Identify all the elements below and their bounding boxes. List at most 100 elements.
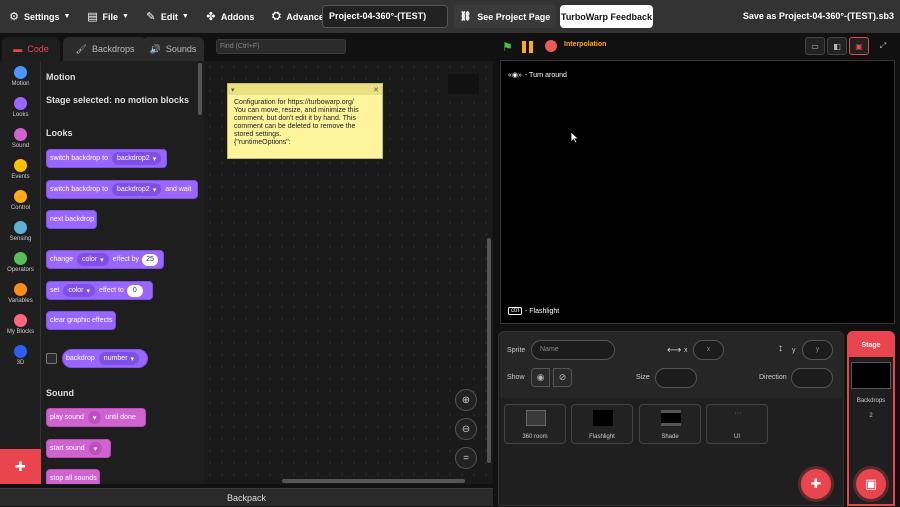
direction-field[interactable] <box>791 368 833 388</box>
clear-effects-block[interactable]: clear graphic effects <box>46 311 116 330</box>
category-label: Motion <box>11 81 30 87</box>
category-dot-icon <box>14 66 27 79</box>
config-comment[interactable]: ▾ ✕ Configuration for https://turbowarp.… <box>227 83 383 159</box>
size-field[interactable] <box>655 368 697 388</box>
backdrop-dropdown[interactable]: backdrop2 ▾ <box>111 152 162 165</box>
category-operators[interactable]: Operators <box>0 252 41 273</box>
file-menu[interactable]: ▤ File ▼ <box>78 0 136 33</box>
category-events[interactable]: Events <box>0 159 41 180</box>
show-hidden-button[interactable]: ⊘ <box>553 368 572 387</box>
backdrop-reporter[interactable]: backdrop number ▾ <box>62 349 148 368</box>
comment-bar[interactable]: ▾ ✕ <box>228 84 382 95</box>
stage-canvas[interactable] <box>500 60 895 324</box>
brush-icon: 🖌 <box>75 43 87 54</box>
project-title-input[interactable]: Project-04-360°-(TEST) <box>322 5 448 28</box>
category-my-blocks[interactable]: My Blocks <box>0 314 41 335</box>
category-looks[interactable]: Looks <box>0 97 41 118</box>
category-sensing[interactable]: Sensing <box>0 221 41 242</box>
workspace-horizontal-scrollbar[interactable] <box>282 479 465 483</box>
next-backdrop-block[interactable]: next backdrop <box>46 210 97 229</box>
tab-backdrops[interactable]: 🖌 Backdrops <box>63 37 147 61</box>
sprite-thumbnail <box>593 410 613 426</box>
stop-button[interactable] <box>545 40 557 52</box>
large-stage-button[interactable]: ▣ <box>849 37 869 55</box>
save-as-button[interactable]: Save as Project-04-360°-(TEST).sb3 <box>743 0 894 33</box>
category-control[interactable]: Control <box>0 190 41 211</box>
pause-icon <box>529 41 533 53</box>
sprite-thumbnail <box>661 410 681 426</box>
add-backdrop-button[interactable]: ▣ <box>856 469 886 499</box>
backdrop-checkbox[interactable] <box>46 353 57 364</box>
settings-menu[interactable]: ⚙ Settings ▼ <box>0 0 78 33</box>
fullscreen-button[interactable]: ⤢ <box>873 37 893 55</box>
effect-dropdown[interactable]: color ▾ <box>63 284 96 297</box>
stop-sounds-block[interactable]: stop all sounds <box>46 469 100 484</box>
category-label: Sensing <box>9 236 32 242</box>
effect-to-input[interactable]: 0 <box>126 284 143 297</box>
large-stage-icon: ▣ <box>855 41 863 51</box>
close-icon[interactable]: ✕ <box>373 86 379 94</box>
add-extension-button[interactable]: ✚ <box>0 449 41 484</box>
normal-stage-button[interactable]: ◧ <box>827 37 847 55</box>
small-stage-button[interactable]: ▭ <box>805 37 825 55</box>
backpack[interactable]: Backpack <box>0 488 493 506</box>
edit-menu[interactable]: ✎ Edit ▼ <box>137 0 197 33</box>
dropdown-value: backdrop2 <box>116 186 150 193</box>
sprite-thumbnail: ··· <box>734 410 742 417</box>
category-variables[interactable]: Variables <box>0 283 41 304</box>
looks-heading: Looks <box>46 128 73 138</box>
play-sound-block[interactable]: play sound ▾ until done <box>46 408 146 427</box>
effect-by-input[interactable]: 25 <box>142 253 159 266</box>
direction-label: Direction <box>759 374 787 381</box>
green-flag-button[interactable]: ⚑ <box>502 40 516 54</box>
backdrop-dropdown[interactable]: backdrop2 ▾ <box>111 183 162 196</box>
collapse-icon[interactable]: ▾ <box>231 86 235 94</box>
category-3d[interactable]: 3D <box>0 345 41 366</box>
gear-icon: ⚙ <box>9 11 19 23</box>
turbowarp-feedback-button[interactable]: TurboWarp Feedback <box>560 5 653 28</box>
see-project-page-button[interactable]: ⛓ See Project Page <box>454 5 556 28</box>
block-palette: Motion Stage selected: no motion blocks … <box>41 61 204 484</box>
block-text: change <box>50 256 73 263</box>
flashlight-text: - Flashlight <box>525 307 560 315</box>
find-input[interactable]: Find (Ctrl+F) <box>216 39 346 54</box>
vertical-arrows-icon: ↕ <box>778 343 783 354</box>
addons-label: Addons <box>220 11 255 22</box>
sprite-card[interactable]: ··· UI <box>706 404 768 444</box>
change-effect-block[interactable]: change color ▾ effect by 25 <box>46 250 164 269</box>
zoom-in-button[interactable]: ⊕ <box>455 389 477 411</box>
x-field[interactable]: x <box>693 340 724 360</box>
sprite-name-field[interactable]: Name <box>531 340 615 360</box>
category-motion[interactable]: Motion <box>0 66 41 87</box>
set-effect-block[interactable]: set color ▾ effect to 0 <box>46 281 153 300</box>
tab-code[interactable]: ▬ Code <box>2 37 60 61</box>
sprite-card[interactable]: Flashlight <box>571 404 633 444</box>
block-text: backdrop <box>66 355 95 362</box>
category-dot-icon <box>14 345 27 358</box>
pause-button[interactable] <box>522 40 536 53</box>
zoom-reset-button[interactable]: = <box>455 447 477 469</box>
zoom-in-icon: ⊕ <box>461 394 471 406</box>
addons-menu[interactable]: ✤ Addons <box>197 0 263 33</box>
y-field[interactable]: y <box>802 340 833 360</box>
sound-dropdown[interactable]: ▾ <box>87 411 102 424</box>
show-visible-button[interactable]: ◉ <box>531 368 550 387</box>
palette-scrollbar[interactable] <box>198 63 202 115</box>
zoom-out-button[interactable]: ⊖ <box>455 418 477 440</box>
workspace-vertical-scrollbar[interactable] <box>487 238 491 463</box>
switch-backdrop-block[interactable]: switch backdrop to backdrop2 ▾ <box>46 149 167 168</box>
image-add-icon: ▣ <box>864 476 878 491</box>
settings-label: Settings <box>24 11 60 22</box>
sprite-card[interactable]: 360 room <box>504 404 566 444</box>
sound-dropdown[interactable]: ▾ <box>88 442 103 455</box>
effect-dropdown[interactable]: color ▾ <box>76 253 109 266</box>
sprite-card[interactable]: Shade <box>639 404 701 444</box>
category-dot-icon <box>14 314 27 327</box>
dropdown-value: backdrop2 <box>116 155 150 162</box>
start-sound-block[interactable]: start sound ▾ <box>46 439 111 458</box>
number-dropdown[interactable]: number ▾ <box>98 352 140 365</box>
add-sprite-button[interactable]: ✚ <box>801 469 831 499</box>
tab-sounds[interactable]: 🔊 Sounds <box>142 37 204 61</box>
category-sound[interactable]: Sound <box>0 128 41 149</box>
switch-backdrop-wait-block[interactable]: switch backdrop to backdrop2 ▾ and wait <box>46 180 198 199</box>
